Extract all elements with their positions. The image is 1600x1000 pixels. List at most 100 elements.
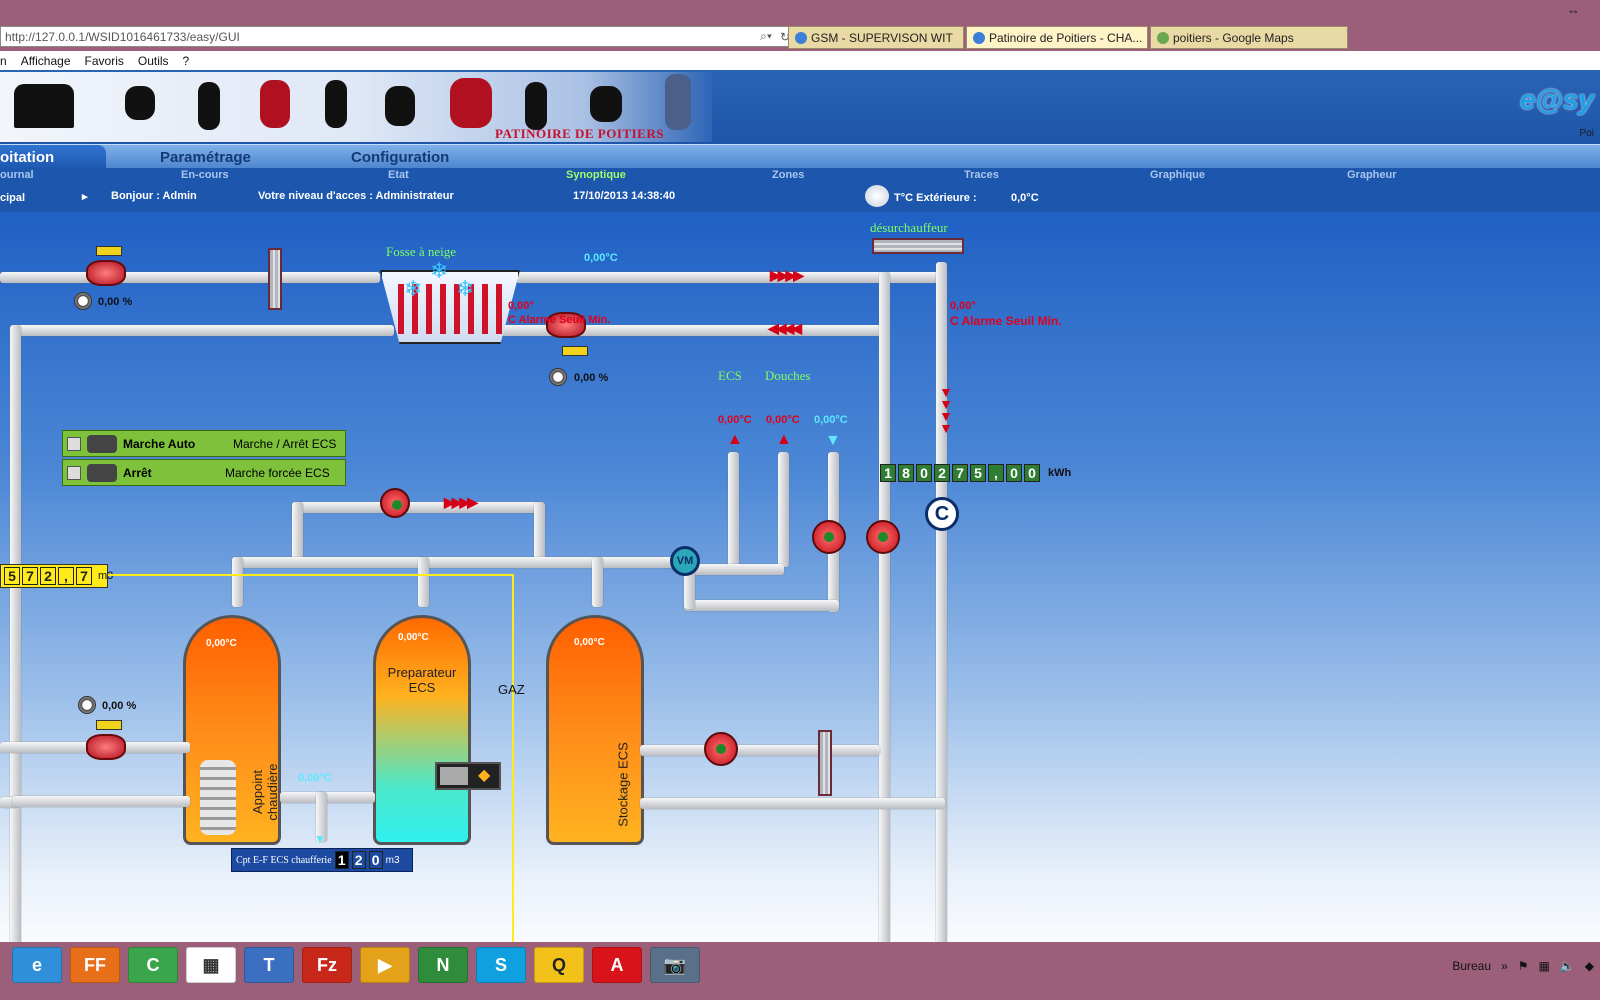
actuator-icon xyxy=(96,720,122,730)
cmd-action[interactable]: Marche forcée ECS xyxy=(225,466,330,480)
ef-counter: Cpt E-F ECS chaufferie 1 2 0 m3 xyxy=(231,848,413,872)
apps-taskbar-icon[interactable]: ▦ xyxy=(186,947,236,983)
search-icon[interactable]: ⌕▾ xyxy=(760,29,772,44)
flag-icon[interactable]: ⚑ xyxy=(1518,959,1529,973)
screen: ↔ http://127.0.0.1/WSID1016461733/easy/G… xyxy=(0,0,1600,1000)
chevron-right-icon: ▸ xyxy=(82,191,88,203)
close-tab-icon[interactable]: ✕ xyxy=(1146,31,1147,44)
skater-figure xyxy=(198,82,220,130)
valve-icon[interactable] xyxy=(86,734,126,760)
browser-tab[interactable]: poitiers - Google Maps xyxy=(1150,26,1348,49)
tab-parametrage[interactable]: Paramétrage xyxy=(160,145,251,169)
cmd-action[interactable]: Marche / Arrêt ECS xyxy=(233,437,336,451)
pump-icon[interactable] xyxy=(704,732,738,766)
acrobat-taskbar-icon[interactable]: A xyxy=(592,947,642,983)
ef-label: Cpt E-F ECS chaufferie xyxy=(236,854,332,866)
breadcrumb[interactable]: cipal xyxy=(0,192,25,204)
pump-icon[interactable] xyxy=(380,488,410,518)
subtab-graphique[interactable]: Graphique xyxy=(1150,169,1205,181)
tank1-temp: 0,00°C xyxy=(206,638,237,649)
thunderbird-taskbar-icon[interactable]: T xyxy=(244,947,294,983)
desktop-toolbar-label[interactable]: Bureau xyxy=(1452,959,1491,973)
heat-exchanger xyxy=(268,248,282,310)
energy-counter: 1 8 0 2 7 5 , 0 0 kWh xyxy=(880,464,1071,482)
pipe xyxy=(12,325,394,336)
tab-exploitation[interactable]: oitation xyxy=(0,145,106,169)
address-url[interactable]: http://127.0.0.1/WSID1016461733/easy/GUI xyxy=(5,30,752,44)
dropbox-icon[interactable]: ◆ xyxy=(1585,959,1594,973)
switch-icon[interactable] xyxy=(87,434,117,453)
filezilla-taskbar-icon[interactable]: Fz xyxy=(302,947,352,983)
tab-configuration[interactable]: Configuration xyxy=(351,145,449,169)
counter-digit: , xyxy=(58,567,74,585)
subtab-grapheur[interactable]: Grapheur xyxy=(1347,169,1397,181)
subtab-etat[interactable]: Etat xyxy=(388,169,409,181)
gas-line xyxy=(108,574,514,576)
valve-icon[interactable] xyxy=(86,260,126,286)
browser-tab[interactable]: GSM - SUPERVISON WIT xyxy=(788,26,964,49)
pipe xyxy=(592,557,603,607)
maps-tab-icon xyxy=(1157,31,1169,44)
pump-icon[interactable] xyxy=(812,520,846,554)
tank3-temp: 0,00°C xyxy=(574,637,605,648)
hockey-player-figure xyxy=(14,84,74,128)
chrome-taskbar-icon[interactable]: C xyxy=(128,947,178,983)
ecs-command-row[interactable]: Arrêt Marche forcée ECS xyxy=(62,459,346,486)
subtab-zones[interactable]: Zones xyxy=(772,169,804,181)
switch-icon[interactable] xyxy=(87,463,117,482)
pipe xyxy=(640,745,880,756)
menu-favoris[interactable]: Favoris xyxy=(85,54,124,68)
media-player-taskbar-icon[interactable]: ▶ xyxy=(360,947,410,983)
pipe xyxy=(516,272,941,283)
logo-subtitle: Poi xyxy=(1579,128,1594,139)
weather-icon xyxy=(865,185,889,207)
ef-unit: m3 xyxy=(385,854,400,866)
menu-outils[interactable]: Outils xyxy=(138,54,169,68)
counter-digit: 8 xyxy=(898,464,914,482)
app-taskbar-icon[interactable]: N xyxy=(418,947,468,983)
counter-digit: 7 xyxy=(22,567,38,585)
counter-c-icon[interactable]: C xyxy=(925,497,959,531)
temp-cold-bottom: 0,00°C xyxy=(298,772,332,784)
pipe xyxy=(292,502,303,562)
snowflake-icon: ❄ xyxy=(404,276,423,301)
pipe xyxy=(280,792,375,803)
subtab-journal[interactable]: ournal xyxy=(0,169,34,181)
menu-item[interactable]: n xyxy=(0,54,7,68)
ie-tab-icon xyxy=(795,31,807,44)
ie-taskbar-icon[interactable]: e xyxy=(12,947,62,983)
subtab-traces[interactable]: Traces xyxy=(964,169,999,181)
pipe xyxy=(232,557,692,568)
pipe xyxy=(10,325,21,1000)
water-counter-digits: 5 7 2 , 7 m3 xyxy=(4,567,113,585)
ecs-command-row[interactable]: Marche Auto Marche / Arrêt ECS xyxy=(62,430,346,457)
kwh-unit: kWh xyxy=(1048,467,1072,479)
browser-tab-active[interactable]: Patinoire de Poitiers - CHA... ✕ xyxy=(966,26,1148,49)
valve-percent: 0,00 % xyxy=(574,372,609,384)
arrow-down-icon: ▼ xyxy=(825,432,841,449)
tank1-label: Appoint chaudière xyxy=(250,763,280,821)
skype-taskbar-icon[interactable]: S xyxy=(476,947,526,983)
camera-taskbar-icon[interactable]: 📷 xyxy=(650,947,700,983)
tank-preparateur[interactable] xyxy=(373,615,471,845)
subtab-synoptique[interactable]: Synoptique xyxy=(566,169,626,181)
vm-meter-icon[interactable]: VM xyxy=(670,546,700,576)
counter-digit: 0 xyxy=(1006,464,1022,482)
subtab-en-cours[interactable]: En-cours xyxy=(181,169,229,181)
arrow-down-icon: ▼ xyxy=(314,832,326,846)
pipe xyxy=(12,796,190,807)
firefox-taskbar-icon[interactable]: FF xyxy=(70,947,120,983)
menu-help[interactable]: ? xyxy=(183,54,190,68)
counter-digit: 1 xyxy=(334,851,349,869)
resize-icon[interactable]: ↔ xyxy=(1567,2,1580,17)
network-icon[interactable]: ▦ xyxy=(1538,959,1549,973)
snowflake-icon: ❄ xyxy=(456,276,475,301)
chevron-right-icon[interactable]: » xyxy=(1501,959,1508,973)
pipe xyxy=(778,452,789,567)
address-bar[interactable]: http://127.0.0.1/WSID1016461733/easy/GUI… xyxy=(0,26,795,47)
figure-skater-pair xyxy=(450,78,492,128)
app-taskbar-icon[interactable]: Q xyxy=(534,947,584,983)
menu-affichage[interactable]: Affichage xyxy=(21,54,71,68)
volume-icon[interactable]: 🔈 xyxy=(1560,959,1575,973)
pump-icon[interactable] xyxy=(866,520,900,554)
